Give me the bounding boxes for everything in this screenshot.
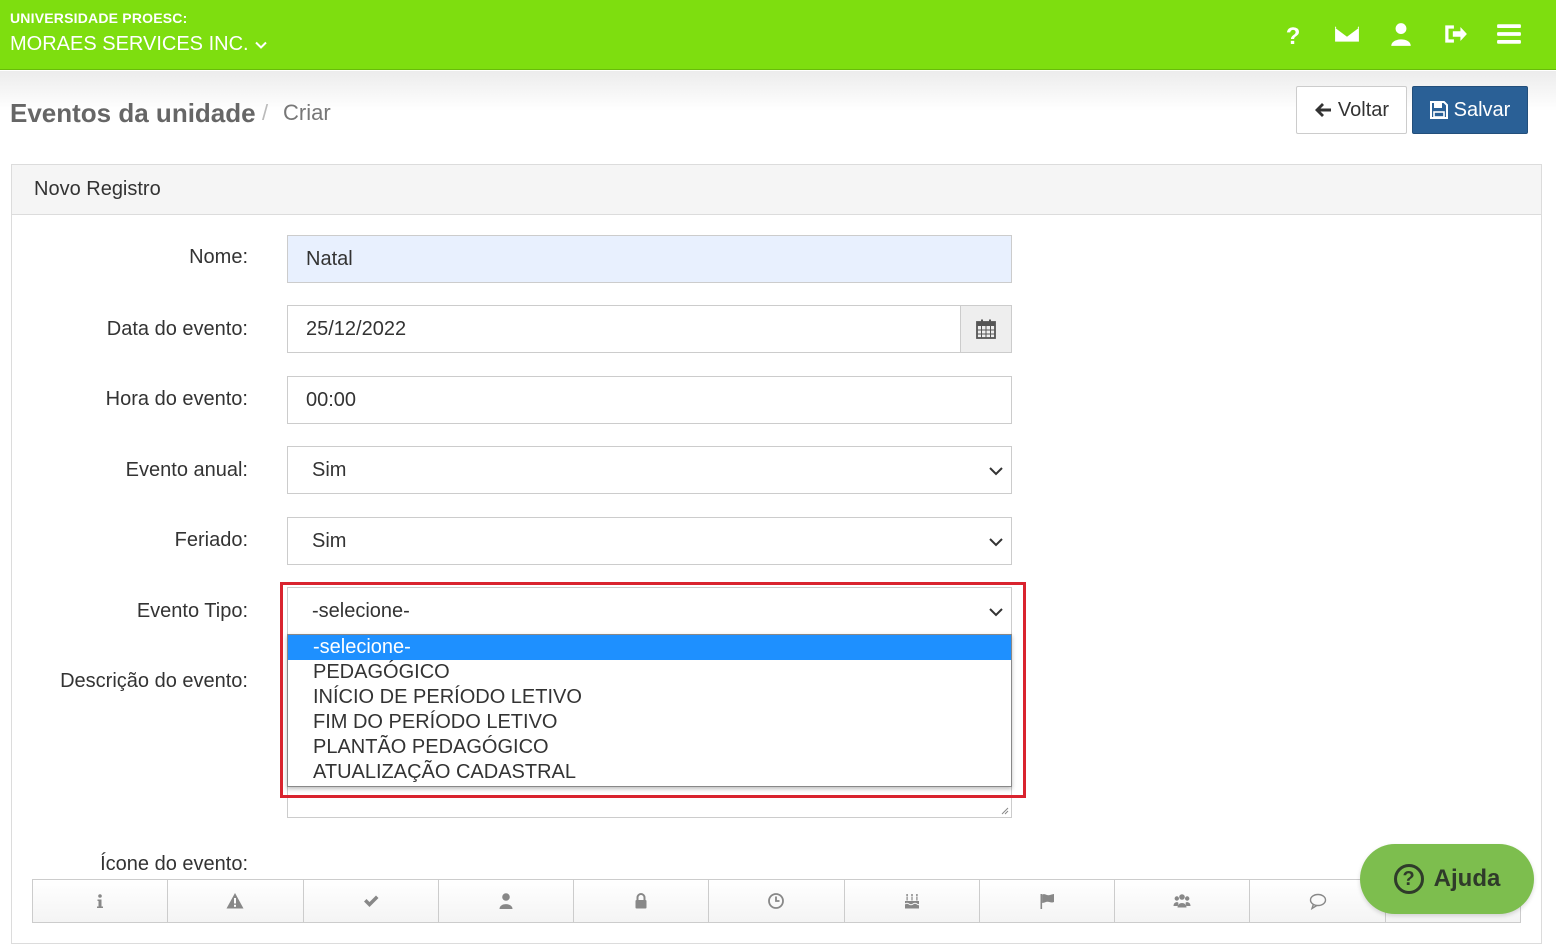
data-input[interactable]: 25/12/2022 (287, 305, 961, 353)
info-icon[interactable] (33, 880, 169, 922)
save-button[interactable]: Salvar (1412, 86, 1528, 134)
save-label: Salvar (1453, 98, 1511, 121)
breadcrumb-separator: / (262, 100, 269, 125)
question-circle-icon: ? (1393, 864, 1424, 894)
anual-select[interactable]: Sim (287, 446, 1012, 494)
page-title: Eventos da unidade (10, 98, 256, 128)
check-icon[interactable] (303, 880, 439, 922)
svg-text:?: ? (1286, 23, 1301, 47)
nome-label: Nome: (189, 246, 248, 268)
user-icon[interactable] (438, 880, 575, 922)
user-icon[interactable] (1374, 18, 1428, 50)
floppy-disk-icon (1429, 101, 1448, 119)
chevron-down-icon (254, 41, 267, 49)
data-label: Data do evento: (106, 318, 248, 340)
feriado-value: Sim (312, 529, 347, 552)
top-icons: ? (1266, 18, 1536, 50)
calendar-icon (976, 319, 996, 339)
feriado-select[interactable]: Sim (287, 517, 1012, 565)
highlight-box (280, 582, 1026, 798)
birthday-cake-icon[interactable] (844, 880, 980, 922)
back-button[interactable]: Voltar (1296, 86, 1407, 134)
envelope-icon[interactable] (1320, 18, 1374, 50)
resize-grip-icon[interactable] (999, 805, 1009, 815)
org-name: MORAES SERVICES INC. (10, 33, 249, 55)
chevron-down-icon (989, 467, 1003, 476)
flag-icon[interactable] (979, 880, 1116, 922)
top-navbar: UNIVERSIDADE PROESC: MORAES SERVICES INC… (0, 0, 1556, 70)
org-label: UNIVERSIDADE PROESC: (10, 10, 188, 26)
sign-out-icon[interactable] (1428, 18, 1482, 50)
calendar-button[interactable] (960, 305, 1012, 353)
hora-input[interactable]: 00:00 (287, 376, 1012, 424)
nome-input[interactable]: Natal (287, 235, 1012, 283)
org-selector[interactable]: MORAES SERVICES INC. (10, 33, 267, 56)
anual-label: Evento anual: (125, 459, 248, 481)
icone-label: Ícone do evento: (100, 853, 248, 875)
lock-icon[interactable] (574, 880, 710, 922)
anual-value: Sim (312, 458, 347, 481)
event-icon-picker (32, 879, 1521, 923)
descricao-label: Descrição do evento: (60, 670, 248, 692)
help-label: Ajuda (1433, 865, 1501, 892)
feriado-label: Feriado: (174, 529, 248, 551)
question-icon[interactable]: ? (1266, 18, 1320, 50)
arrow-left-icon (1314, 103, 1331, 117)
help-button[interactable]: ? Ajuda (1360, 844, 1534, 914)
menu-icon[interactable] (1482, 18, 1536, 50)
group-icon[interactable] (1115, 880, 1251, 922)
chevron-down-icon (989, 538, 1003, 547)
hora-label: Hora do evento: (105, 388, 248, 410)
back-label: Voltar (1337, 98, 1390, 121)
warning-icon[interactable] (168, 880, 304, 922)
panel-heading: Novo Registro (12, 165, 1541, 215)
clock-icon[interactable] (709, 880, 845, 922)
tipo-label: Evento Tipo: (136, 600, 248, 622)
breadcrumb-current: Criar (283, 100, 331, 125)
